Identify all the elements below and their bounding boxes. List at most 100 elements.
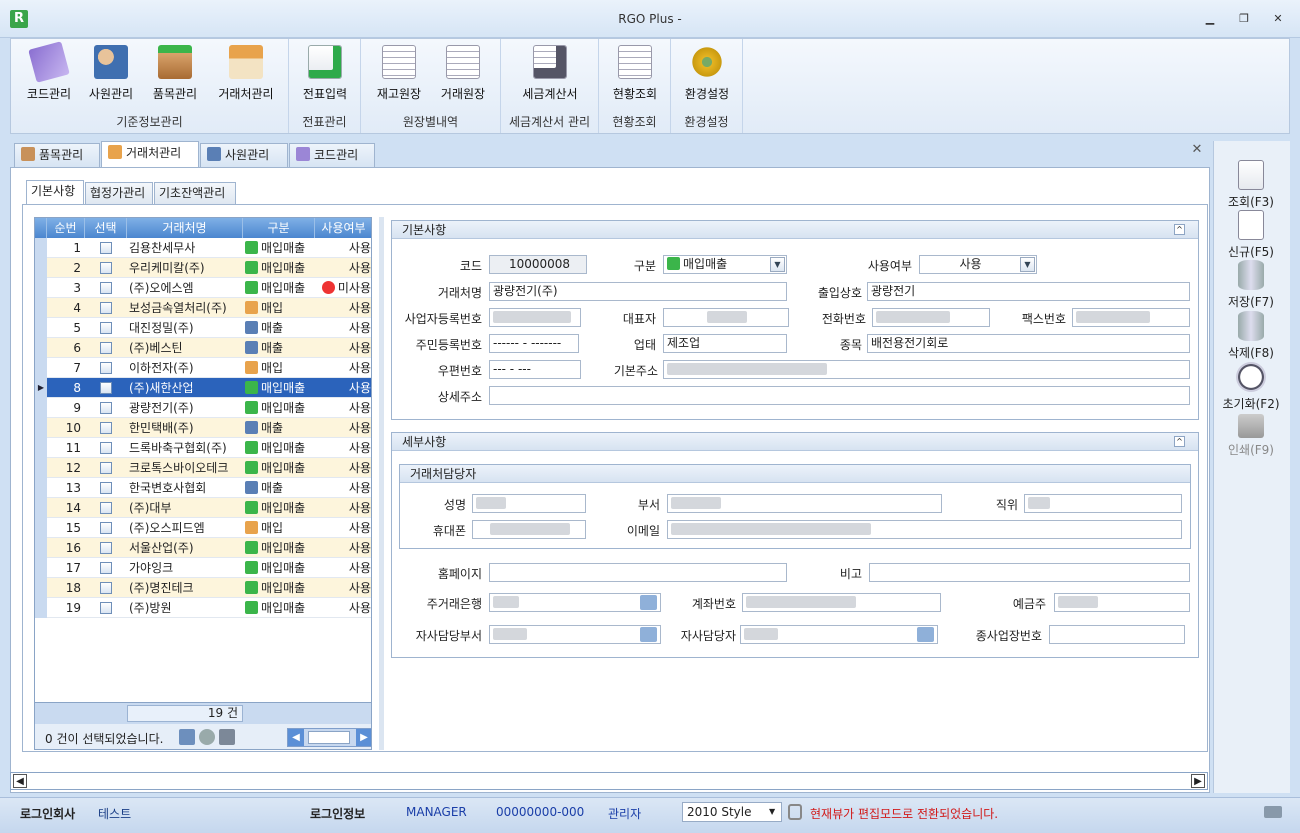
- table-row[interactable]: 14 (주)대부 매입매출 사용: [35, 498, 371, 518]
- bizno-field[interactable]: [489, 308, 581, 327]
- account-field[interactable]: [742, 593, 941, 612]
- lock-icon[interactable]: [788, 804, 802, 820]
- keyboard-icon[interactable]: [1264, 806, 1282, 818]
- scroll-thumb[interactable]: [308, 731, 350, 744]
- style-select[interactable]: 2010 Style ▼: [682, 802, 782, 822]
- table-row[interactable]: 2 우리케미칼(주) 매입매출 사용: [35, 258, 371, 278]
- chevron-down-icon[interactable]: ▼: [1020, 257, 1035, 272]
- name-field[interactable]: 광량전기(주): [489, 282, 787, 301]
- col-header-type[interactable]: 구분: [243, 218, 315, 238]
- addr-field[interactable]: [663, 360, 1190, 379]
- our-person-field[interactable]: [740, 625, 938, 644]
- row-checkbox[interactable]: [85, 518, 127, 538]
- client-manage-button[interactable]: 거래처관리: [211, 45, 281, 102]
- main-horizontal-scrollbar[interactable]: ◀ ▶: [10, 772, 1208, 790]
- item-manage-button[interactable]: 품목관리: [147, 45, 203, 102]
- table-row[interactable]: 15 (주)오스피드엠 매입 사용: [35, 518, 371, 538]
- table-row[interactable]: 19 (주)방원 매입매출 사용: [35, 598, 371, 618]
- scroll-right-icon[interactable]: ▶: [1191, 774, 1205, 788]
- voucher-input-button[interactable]: 전표입력: [297, 45, 353, 102]
- subtab-opening-balance[interactable]: 기초잔액관리: [154, 182, 236, 204]
- table-row[interactable]: 6 (주)베스틴 매출 사용: [35, 338, 371, 358]
- lookup-icon[interactable]: [917, 627, 934, 642]
- row-checkbox[interactable]: [85, 238, 127, 258]
- position-field[interactable]: [1024, 494, 1182, 513]
- collapse-icon[interactable]: ^: [1174, 224, 1185, 235]
- branch-field[interactable]: [1049, 625, 1185, 644]
- checkbox-icon[interactable]: [100, 422, 112, 434]
- note-field[interactable]: [869, 563, 1190, 582]
- status-query-button[interactable]: 현황조회: [605, 45, 665, 102]
- detail-addr-field[interactable]: [489, 386, 1190, 405]
- row-checkbox[interactable]: [85, 418, 127, 438]
- row-checkbox[interactable]: [85, 378, 127, 398]
- refresh-icon[interactable]: [199, 729, 215, 745]
- minimize-button[interactable]: ▁: [1202, 12, 1218, 26]
- chevron-down-icon[interactable]: ▼: [770, 257, 785, 272]
- table-row[interactable]: 12 크로톡스바이오테크 매입매출 사용: [35, 458, 371, 478]
- checkbox-icon[interactable]: [100, 582, 112, 594]
- export-icon[interactable]: [179, 729, 195, 745]
- subtab-basic[interactable]: 기본사항: [26, 180, 84, 205]
- checkbox-icon[interactable]: [100, 302, 112, 314]
- checkbox-icon[interactable]: [100, 482, 112, 494]
- col-header-use[interactable]: 사용여부: [315, 218, 371, 238]
- mobile-field[interactable]: [472, 520, 586, 539]
- table-row[interactable]: 16 서울산업(주) 매입매출 사용: [35, 538, 371, 558]
- zip-field[interactable]: --- - ---: [489, 360, 581, 379]
- row-checkbox[interactable]: [85, 498, 127, 518]
- tab-employee-manage[interactable]: 사원관리: [200, 143, 288, 167]
- use-select[interactable]: 사용 ▼: [919, 255, 1037, 274]
- splitter[interactable]: [379, 217, 384, 750]
- scroll-right-icon[interactable]: ▶: [356, 729, 371, 746]
- table-row[interactable]: 7 이하전자(주) 매입 사용: [35, 358, 371, 378]
- save-f7-button[interactable]: 저장(F7): [1218, 260, 1284, 310]
- scroll-left-icon[interactable]: ◀: [288, 729, 304, 746]
- table-row[interactable]: 3 (주)오에스엠 매입매출 미사용: [35, 278, 371, 298]
- row-checkbox[interactable]: [85, 278, 127, 298]
- code-field[interactable]: 10000008: [489, 255, 587, 274]
- type-select[interactable]: 매입매출 ▼: [663, 255, 787, 274]
- close-window-button[interactable]: ✕: [1270, 12, 1286, 26]
- row-checkbox[interactable]: [85, 598, 127, 618]
- phone-field[interactable]: [872, 308, 990, 327]
- table-row[interactable]: 10 한민택배(주) 매출 사용: [35, 418, 371, 438]
- lookup-icon[interactable]: [640, 627, 657, 642]
- email-field[interactable]: [667, 520, 1182, 539]
- row-checkbox[interactable]: [85, 558, 127, 578]
- fax-field[interactable]: [1072, 308, 1190, 327]
- table-row[interactable]: 13 한국변호사협회 매출 사용: [35, 478, 371, 498]
- row-checkbox[interactable]: [85, 478, 127, 498]
- table-row[interactable]: ▶ 8 (주)새한산업 매입매출 사용: [35, 378, 371, 398]
- row-checkbox[interactable]: [85, 538, 127, 558]
- table-row[interactable]: 5 대진정밀(주) 매출 사용: [35, 318, 371, 338]
- ceo-field[interactable]: [663, 308, 789, 327]
- dept-field[interactable]: [667, 494, 942, 513]
- our-dept-field[interactable]: [489, 625, 661, 644]
- checkbox-icon[interactable]: [100, 342, 112, 354]
- tax-invoice-button[interactable]: 세금계산서: [509, 45, 591, 102]
- checkbox-icon[interactable]: [100, 322, 112, 334]
- delete-f8-button[interactable]: 삭제(F8): [1218, 311, 1284, 361]
- row-checkbox[interactable]: [85, 358, 127, 378]
- resid-field[interactable]: ------ - -------: [489, 334, 579, 353]
- print-f9-button[interactable]: 인쇄(F9): [1218, 414, 1284, 458]
- row-checkbox[interactable]: [85, 438, 127, 458]
- collapse-icon[interactable]: ^: [1174, 436, 1185, 447]
- tab-client-manage[interactable]: 거래처관리: [101, 141, 199, 168]
- table-row[interactable]: 9 광량전기(주) 매입매출 사용: [35, 398, 371, 418]
- checkbox-icon[interactable]: [100, 282, 112, 294]
- table-row[interactable]: 1 김용찬세무사 매입매출 사용: [35, 238, 371, 258]
- table-row[interactable]: 18 (주)명진테크 매입매출 사용: [35, 578, 371, 598]
- checkbox-icon[interactable]: [100, 442, 112, 454]
- homepage-field[interactable]: [489, 563, 787, 582]
- biztype-field[interactable]: 제조업: [663, 334, 787, 353]
- checkbox-icon[interactable]: [100, 242, 112, 254]
- checkbox-icon[interactable]: [100, 562, 112, 574]
- search-f3-button[interactable]: 조회(F3): [1218, 160, 1284, 210]
- checkbox-icon[interactable]: [100, 382, 112, 394]
- row-checkbox[interactable]: [85, 298, 127, 318]
- maximize-button[interactable]: ❐: [1236, 12, 1252, 26]
- checkbox-icon[interactable]: [100, 502, 112, 514]
- row-checkbox[interactable]: [85, 458, 127, 478]
